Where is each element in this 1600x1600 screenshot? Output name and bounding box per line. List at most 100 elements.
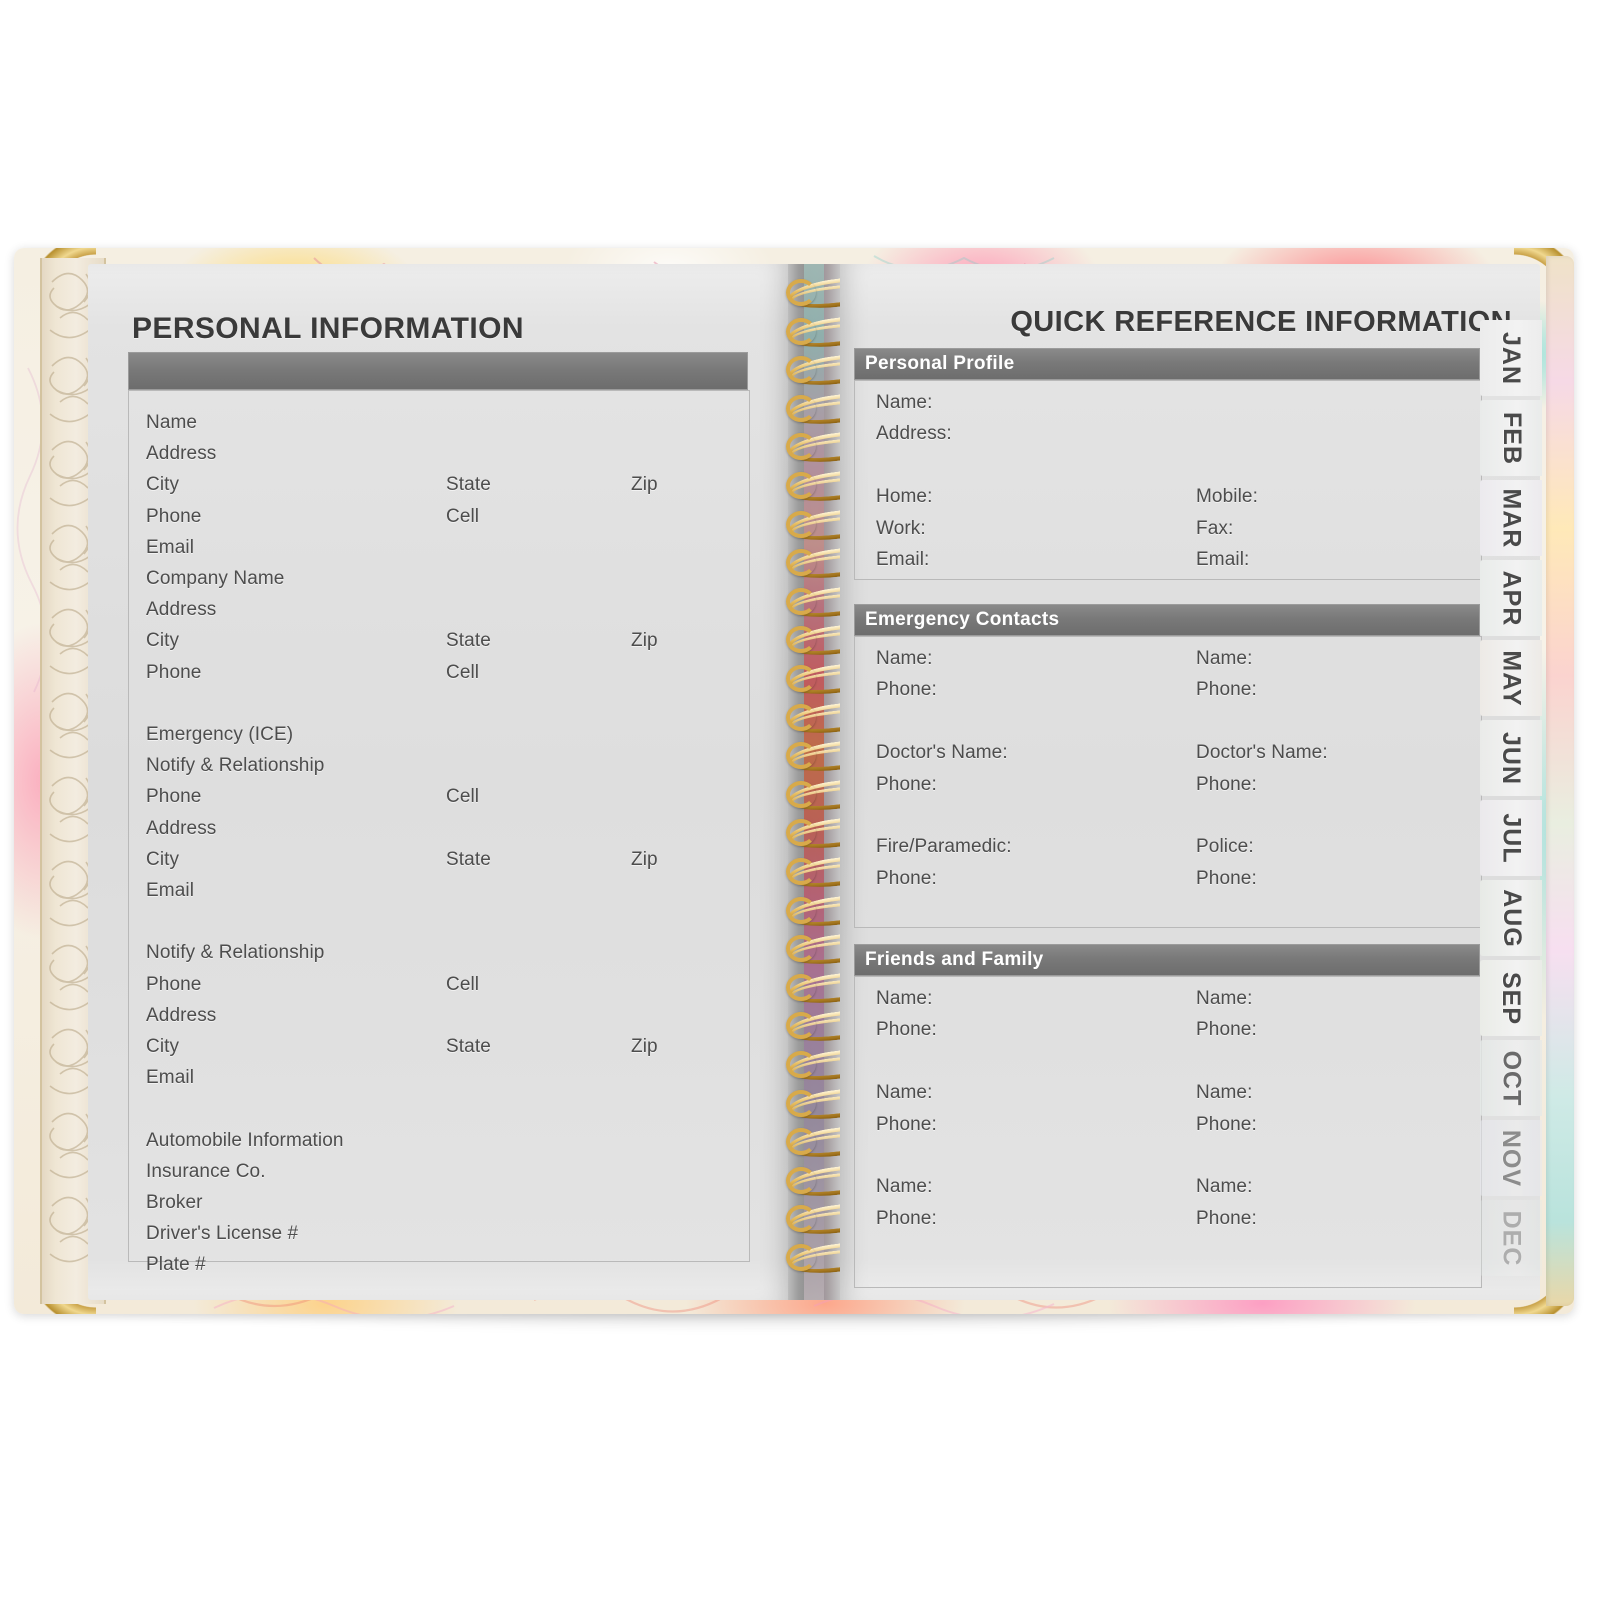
month-tab-label: FEB xyxy=(1497,411,1526,465)
month-tab-nov[interactable]: NOV xyxy=(1480,1120,1542,1196)
field-label: Work: xyxy=(876,517,926,539)
field-label: Phone: xyxy=(876,867,937,889)
field-label: Email xyxy=(146,880,195,901)
field-label: Fire/Paramedic: xyxy=(876,836,1012,858)
field-label: Phone: xyxy=(1196,1113,1257,1135)
right-page: QUICK REFERENCE INFORMATION Personal Pro… xyxy=(840,264,1542,1300)
left-page-header-bar xyxy=(128,352,748,390)
spiral-planner-book: PERSONAL INFORMATION Name Address City Stat… xyxy=(14,248,1574,1314)
left-page: PERSONAL INFORMATION Name Address City Stat… xyxy=(88,264,788,1300)
field-label: Phone: xyxy=(876,1113,937,1135)
month-tab-may[interactable]: MAY xyxy=(1480,640,1542,716)
month-tab-label: SEP xyxy=(1497,971,1526,1025)
field-label: State xyxy=(446,630,491,652)
field-label: Doctor's Name: xyxy=(1196,742,1328,764)
section-heading-1: Personal Profile xyxy=(854,348,1480,380)
month-index-tabs[interactable]: JAN FEB MAR APR MAY JUN JUL AUG SEP OCT NOV DEC xyxy=(1478,320,1542,1300)
month-tab-label: AUG xyxy=(1497,888,1526,948)
field-label: Email: xyxy=(876,549,930,570)
field-label: Phone: xyxy=(1196,867,1257,889)
page-title-quick-reference-information: QUICK REFERENCE INFORMATION xyxy=(1010,306,1512,338)
section-heading-3: Friends and Family xyxy=(854,944,1480,976)
field-label: City xyxy=(146,848,180,870)
field-label: Name: xyxy=(876,988,933,1009)
month-tab-label: JAN xyxy=(1497,331,1526,385)
field-label: Emergency (ICE) xyxy=(146,724,294,745)
field-label: Fax: xyxy=(1196,517,1234,539)
field-label: Notify & Relationship xyxy=(146,755,325,777)
field-label: Name: xyxy=(1196,1176,1253,1198)
field-label: State xyxy=(446,848,491,870)
field-label: Plate # xyxy=(146,1254,206,1276)
month-tab-label: OCT xyxy=(1497,1050,1526,1106)
field-label: Doctor's Name: xyxy=(876,742,1008,764)
field-label: Email: xyxy=(1196,549,1250,570)
page-spread: PERSONAL INFORMATION Name Address City Stat… xyxy=(88,264,1542,1300)
field-label: State xyxy=(446,1036,491,1057)
month-tab-sep[interactable]: SEP xyxy=(1480,960,1542,1036)
field-label: Phone xyxy=(146,505,202,527)
field-label: Phone xyxy=(146,661,202,683)
field-label: Zip xyxy=(631,1036,658,1057)
field-label: Address xyxy=(146,817,217,839)
field-label: Cell xyxy=(446,973,480,995)
month-tab-jun[interactable]: JUN xyxy=(1480,720,1542,796)
field-label: Address xyxy=(146,1004,217,1026)
field-label: Cell xyxy=(446,661,480,683)
month-tab-jan[interactable]: JAN xyxy=(1480,320,1542,396)
month-tab-apr[interactable]: APR xyxy=(1480,560,1542,636)
field-label: Name: xyxy=(876,392,933,413)
field-label: Phone: xyxy=(876,1019,937,1041)
field-label: Phone: xyxy=(876,1207,937,1229)
month-tab-aug[interactable]: AUG xyxy=(1480,880,1542,956)
field-label: State xyxy=(446,474,491,496)
field-label: Phone: xyxy=(1196,1019,1257,1041)
field-label: Company Name xyxy=(146,568,285,589)
field-label: Phone xyxy=(146,786,202,808)
cover-right-edge xyxy=(1546,256,1574,1306)
field-label: Zip xyxy=(631,848,658,870)
month-tab-mar[interactable]: MAR xyxy=(1480,480,1542,556)
field-label: City xyxy=(146,1036,180,1057)
field-label: Mobile: xyxy=(1196,486,1258,508)
field-label: Name: xyxy=(1196,1082,1253,1104)
month-tab-dec[interactable]: DEC xyxy=(1480,1200,1542,1276)
field-label: Zip xyxy=(631,630,658,652)
field-label: Cell xyxy=(446,786,480,808)
field-label: Zip xyxy=(631,474,658,496)
field-label: Phone: xyxy=(1196,1207,1257,1229)
field-label: Cell xyxy=(446,505,480,527)
field-label: Automobile Information xyxy=(146,1129,344,1151)
month-tab-label: JUL xyxy=(1497,812,1526,864)
month-tab-label: DEC xyxy=(1497,1210,1526,1266)
month-tab-jul[interactable]: JUL xyxy=(1480,800,1542,876)
field-label: Phone: xyxy=(876,679,937,701)
section-body-frame xyxy=(854,636,1482,928)
field-label: Police: xyxy=(1196,836,1254,858)
field-label: Email xyxy=(146,1067,195,1089)
field-label: Address xyxy=(146,443,217,465)
field-label: City xyxy=(146,630,180,652)
field-label: Name: xyxy=(1196,648,1253,669)
field-label: Name: xyxy=(1196,988,1253,1009)
section-heading-2: Emergency Contacts xyxy=(854,604,1480,636)
month-tab-label: MAR xyxy=(1497,488,1526,548)
page-title-personal-information: PERSONAL INFORMATION xyxy=(132,312,524,345)
field-label: Phone: xyxy=(1196,773,1257,795)
field-label: Phone: xyxy=(876,773,937,795)
month-tab-label: MAY xyxy=(1497,649,1526,707)
screenshot-root: PERSONAL INFORMATION Name Address City Stat… xyxy=(0,0,1600,1600)
field-label: Address xyxy=(146,599,217,621)
field-label: Name: xyxy=(876,1176,933,1198)
gutter-color-stripe xyxy=(804,264,824,1300)
field-label: Driver's License # xyxy=(146,1223,299,1245)
field-label: Phone: xyxy=(1196,679,1257,701)
field-label: Phone xyxy=(146,973,202,995)
field-label: Name: xyxy=(876,648,933,669)
month-tab-label: JUN xyxy=(1497,731,1526,785)
field-label: Name xyxy=(146,412,198,433)
month-tab-feb[interactable]: FEB xyxy=(1480,400,1542,476)
field-label: Broker xyxy=(146,1192,203,1213)
month-tab-label: NOV xyxy=(1497,1129,1526,1187)
month-tab-oct[interactable]: OCT xyxy=(1480,1040,1542,1116)
